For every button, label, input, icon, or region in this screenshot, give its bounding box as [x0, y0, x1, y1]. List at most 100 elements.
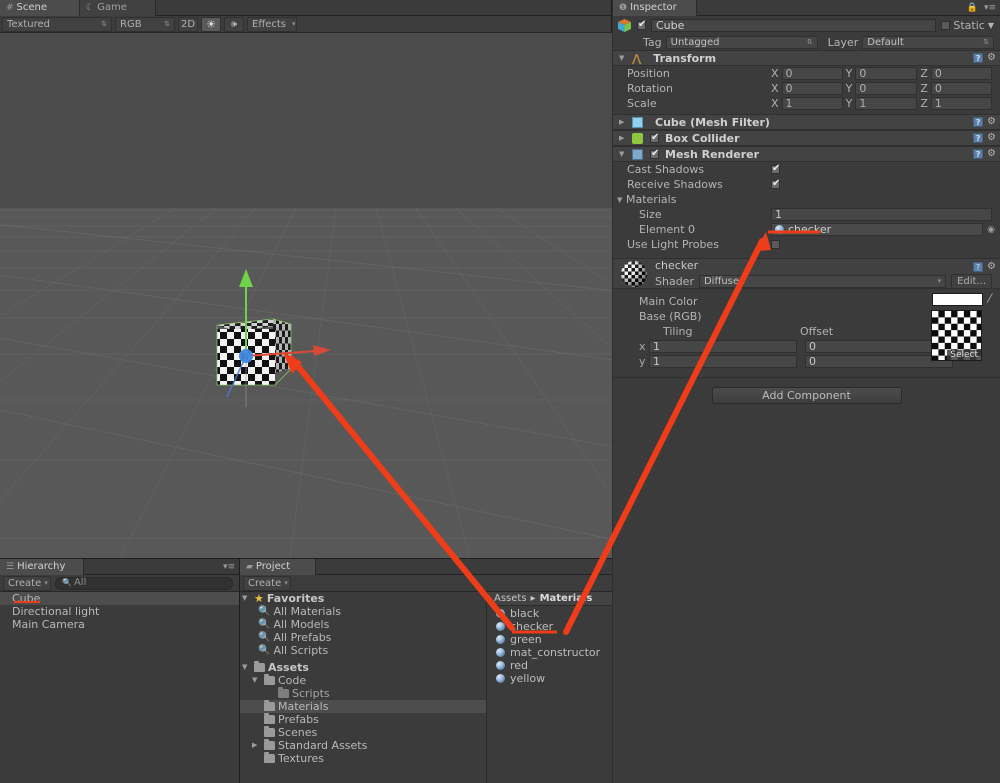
project-folder-code[interactable]: ▼ Code [240, 674, 486, 687]
static-toggle[interactable]: Static ▼ [941, 19, 1000, 32]
shader-dropdown[interactable]: Diffuse ▾ [698, 274, 947, 288]
texture-slot[interactable]: Select [931, 310, 982, 361]
cast-shadows-checkbox[interactable] [771, 163, 780, 174]
chevron-down-icon[interactable]: ▼ [988, 21, 994, 30]
lock-icon[interactable]: 🔒 [967, 3, 978, 13]
position-y-field[interactable]: 0 [855, 67, 918, 80]
receive-shadows-checkbox[interactable] [771, 178, 780, 189]
triangle-down-icon[interactable]: ▼ [619, 54, 628, 62]
help-icon[interactable]: ? [973, 149, 984, 159]
material-item-mat-constructor[interactable]: mat_constructor [488, 646, 612, 659]
tiling-y-field[interactable]: 1 [649, 355, 797, 368]
project-favorites-group[interactable]: ▼ ★ Favorites [240, 592, 486, 605]
triangle-right-icon[interactable]: ▶ [619, 134, 628, 142]
object-name-field[interactable]: Cube [651, 19, 937, 32]
tiling-x-field[interactable]: 1 [649, 340, 797, 353]
project-folder-prefabs[interactable]: Prefabs [240, 713, 486, 726]
rotation-y-field[interactable]: 0 [855, 82, 918, 95]
use-light-probes-checkbox[interactable] [771, 240, 780, 249]
component-header-mesh-renderer[interactable]: ▼ Mesh Renderer ? ⚙ [613, 146, 1000, 162]
tag-dropdown[interactable]: Untagged ⇅ [665, 35, 818, 49]
texture-preview[interactable]: Select [931, 310, 982, 361]
project-folder-standard-assets[interactable]: ▶ Standard Assets [240, 739, 486, 752]
select-texture-button[interactable]: Select [947, 350, 981, 360]
help-icon[interactable]: ? [973, 53, 984, 63]
project-favorite-all-scripts[interactable]: 🔍 All Scripts [240, 644, 486, 657]
triangle-down-icon[interactable]: ▼ [619, 150, 628, 158]
project-folder-textures[interactable]: Textures [240, 752, 486, 765]
scale-x-field[interactable]: 1 [781, 97, 843, 110]
layer-dropdown[interactable]: Default ⇅ [862, 35, 994, 49]
object-enabled-checkbox[interactable] [637, 19, 646, 30]
audio-toggle-button[interactable]: 🕪 [224, 16, 244, 32]
tab-hierarchy[interactable]: ☰ Hierarchy [0, 559, 84, 575]
position-z-field[interactable]: 0 [930, 67, 993, 80]
tab-project[interactable]: ▰ Project [240, 559, 316, 575]
hierarchy-search-input[interactable]: 🔍 All [55, 576, 233, 590]
add-component-button[interactable]: Add Component [711, 387, 902, 404]
object-picker-icon[interactable]: ◉ [987, 225, 995, 235]
gear-icon[interactable]: ⚙ [987, 53, 996, 63]
gear-icon[interactable]: ⚙ [987, 262, 996, 272]
project-create-button[interactable]: Create ▾ [243, 575, 291, 591]
material-item-checker[interactable]: checker [488, 620, 612, 633]
project-folder-scenes[interactable]: Scenes [240, 726, 486, 739]
breadcrumb-root[interactable]: Assets [494, 592, 527, 606]
materials-size-field[interactable]: 1 [771, 208, 992, 221]
project-favorite-all-prefabs[interactable]: 🔍 All Prefabs [240, 631, 486, 644]
material-item-green[interactable]: green [488, 633, 612, 646]
hierarchy-item-directional-light[interactable]: Directional light [0, 605, 239, 618]
component-header-mesh-filter[interactable]: ▶ Cube (Mesh Filter) ? ⚙ [613, 114, 1000, 130]
hierarchy-item-cube[interactable]: Cube [0, 592, 239, 605]
hierarchy-item-main-camera[interactable]: Main Camera [0, 618, 239, 631]
component-header-box-collider[interactable]: ▶ Box Collider ? ⚙ [613, 130, 1000, 146]
project-favorite-all-models[interactable]: 🔍 All Models [240, 618, 486, 631]
gear-icon[interactable]: ⚙ [987, 117, 996, 127]
project-favorite-all-materials[interactable]: 🔍 All Materials [240, 605, 486, 618]
element-0-object-field[interactable]: checker [771, 223, 984, 236]
tab-game[interactable]: ☾ Game [80, 0, 156, 16]
project-folder-materials[interactable]: Materials [240, 700, 486, 713]
cube-object[interactable] [213, 269, 331, 407]
mesh-renderer-enabled-checkbox[interactable] [650, 148, 659, 159]
tab-inspector[interactable]: ❶ Inspector [613, 0, 697, 16]
project-folder-scripts[interactable]: Scripts [240, 687, 486, 700]
eyedropper-icon[interactable]: ⟋ [985, 291, 995, 306]
hierarchy-menu-icon[interactable]: ▾≡ [223, 562, 235, 572]
scale-y-field[interactable]: 1 [855, 97, 918, 110]
effects-dropdown[interactable]: Effects ▾ [247, 16, 297, 32]
render-mode-dropdown[interactable]: RGB ⇅ [115, 16, 175, 32]
edit-shader-button[interactable]: Edit... [951, 273, 992, 289]
main-color-swatch[interactable] [932, 292, 984, 306]
triangle-down-icon[interactable]: ▼ [617, 196, 626, 204]
gear-icon[interactable]: ⚙ [987, 149, 996, 159]
help-icon[interactable]: ? [973, 262, 984, 272]
gear-icon[interactable]: ⚙ [987, 133, 996, 143]
rotation-x-field[interactable]: 0 [781, 82, 843, 95]
material-item-yellow[interactable]: yellow [488, 672, 612, 685]
materials-group[interactable]: ▼ Materials [613, 192, 1000, 207]
position-x-field[interactable]: 0 [781, 67, 843, 80]
inspector-menu-icon[interactable]: ▾≡ [984, 3, 996, 13]
toggle-2d-button[interactable]: 2D [178, 16, 198, 32]
rotation-z-field[interactable]: 0 [930, 82, 993, 95]
box-collider-enabled-checkbox[interactable] [650, 132, 659, 143]
scene-viewport[interactable] [0, 33, 612, 558]
help-icon[interactable]: ? [973, 133, 984, 143]
material-item-black[interactable]: black [488, 607, 612, 620]
lighting-toggle-button[interactable]: ☀ [201, 16, 221, 32]
material-item-red[interactable]: red [488, 659, 612, 672]
component-header-transform[interactable]: ▼ ⋀ Transform ? ⚙ [613, 50, 1000, 66]
scale-z-field[interactable]: 1 [930, 97, 993, 110]
project-assets-group[interactable]: ▼ Assets [240, 661, 486, 674]
tab-scene[interactable]: # Scene [0, 0, 80, 16]
help-icon[interactable]: ? [973, 117, 984, 127]
static-checkbox[interactable] [941, 21, 951, 30]
chevron-updown-icon: ⇅ [983, 37, 989, 46]
triangle-right-icon[interactable]: ▶ [619, 118, 628, 126]
hierarchy-create-button[interactable]: Create ▾ [3, 575, 51, 591]
material-ball-icon [775, 225, 784, 234]
project-favorite-label: All Materials [273, 605, 342, 618]
search-icon: 🔍 [62, 578, 72, 587]
draw-mode-dropdown[interactable]: Textured ⇅ [2, 16, 112, 32]
